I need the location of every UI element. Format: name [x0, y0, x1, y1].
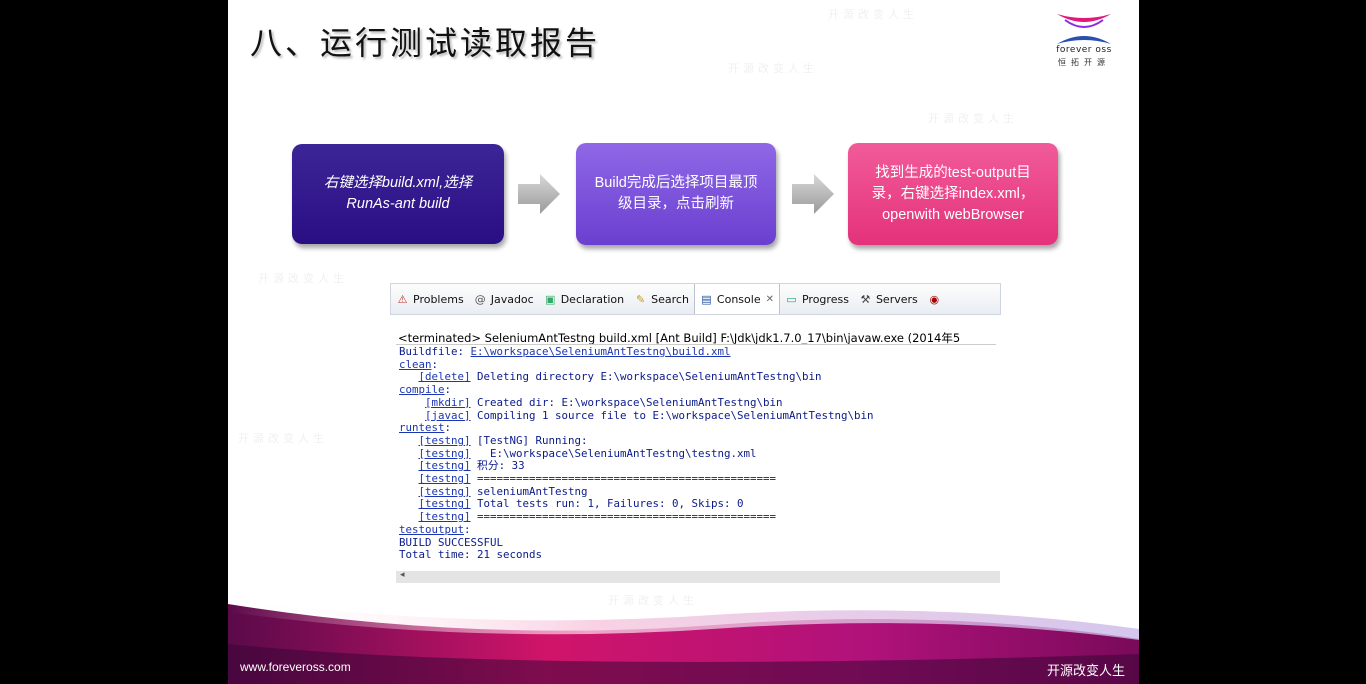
tab-progress[interactable]: ▭ Progress: [780, 284, 854, 314]
flow-step-1: 右键选择build.xml,选择RunAs-ant build: [292, 144, 504, 244]
watermark: 开源改变人生: [238, 432, 328, 445]
tab-servers[interactable]: ⚒ Servers: [854, 284, 923, 314]
console-line: testoutput:: [399, 522, 471, 536]
buildfile-label: Buildfile:: [399, 345, 471, 358]
flow-step-3-text: 找到生成的test-output目录，右键选择index.xml，openwit…: [871, 164, 1035, 223]
flow-step-2-text: Build完成后选择项目最顶级目录，点击刷新: [594, 175, 758, 212]
overflow-icon: ◉: [929, 292, 940, 306]
right-arrow-icon: [518, 174, 560, 214]
buildfile-link[interactable]: E:\workspace\SeleniumAntTestng\build.xml: [471, 345, 731, 358]
ant-task-link[interactable]: [javac]: [425, 409, 471, 422]
tab-search[interactable]: ✎ Search: [629, 284, 694, 314]
console-line: Total time: 21 seconds: [399, 548, 543, 562]
tab-console[interactable]: ▤ Console ✕: [693, 284, 780, 314]
close-icon[interactable]: ✕: [766, 294, 774, 305]
logo-cn: 恒拓开源: [1058, 58, 1110, 67]
problems-icon: ⚠: [397, 292, 408, 306]
console-line: [delete] Deleting directory E:\workspace…: [418, 370, 822, 384]
slide-title: 八、运行测试读取报告: [250, 24, 601, 62]
ant-task-link[interactable]: [testng]: [419, 459, 471, 472]
console-output: Buildfile: E:\workspace\SeleniumAntTestn…: [399, 345, 874, 562]
flow-step-1-text: 右键选择build.xml,选择RunAs-ant build: [323, 175, 473, 212]
footer-url[interactable]: www.foreveross.com: [240, 660, 351, 674]
watermark: 开源改变人生: [828, 8, 918, 21]
right-arrow-icon: [792, 174, 834, 214]
tab-more[interactable]: ◉: [923, 284, 950, 314]
ant-task-link[interactable]: testoutput: [399, 523, 464, 536]
declaration-icon: ▣: [545, 292, 556, 306]
watermark: 开源改变人生: [728, 62, 818, 75]
progress-icon: ▭: [786, 292, 797, 306]
ant-task-link[interactable]: compile: [399, 383, 445, 396]
ant-task-link[interactable]: clean: [399, 358, 432, 371]
flow-step-2: Build完成后选择项目最顶级目录，点击刷新: [576, 143, 776, 245]
search-icon: ✎: [636, 292, 646, 306]
ant-task-link[interactable]: [testng]: [419, 434, 471, 447]
ant-task-link[interactable]: [testng]: [419, 447, 471, 460]
tab-declaration[interactable]: ▣ Declaration: [539, 284, 629, 314]
servers-icon: ⚒: [860, 292, 871, 306]
ant-task-link[interactable]: [testng]: [419, 510, 471, 523]
logo: forever oss 恒拓开源: [1043, 12, 1125, 68]
watermark: 开源改变人生: [928, 112, 1018, 125]
console-icon: ▤: [701, 292, 712, 306]
console-line: [testng] ===============================…: [418, 510, 777, 524]
tab-javadoc[interactable]: @ Javadoc: [469, 284, 539, 314]
ant-task-link[interactable]: [testng]: [419, 485, 471, 498]
ant-task-link[interactable]: runtest: [399, 421, 445, 434]
scroll-left-icon[interactable]: ◂: [400, 570, 405, 580]
slide: 开源改变人生 开源改变人生 开源改变人生 开源改变人生 开源改变人生 开源改变人…: [228, 0, 1139, 684]
horizontal-scrollbar[interactable]: ◂: [396, 570, 1000, 583]
flow-step-3: 找到生成的test-output目录，右键选择index.xml，openwit…: [848, 143, 1058, 245]
view-tab-bar: ⚠ Problems @ Javadoc ▣ Declaration ✎ Sea…: [390, 283, 1001, 315]
eclipse-console-view: ⚠ Problems @ Javadoc ▣ Declaration ✎ Sea…: [390, 283, 1001, 585]
watermark: 开源改变人生: [258, 272, 348, 285]
footer-banner: [228, 599, 1139, 684]
buildfile-line: Buildfile: E:\workspace\SeleniumAntTestn…: [399, 345, 874, 359]
console-line: [javac] Compiling 1 source file to E:\wo…: [425, 408, 874, 422]
ant-task-link[interactable]: [testng]: [419, 472, 471, 485]
tab-problems[interactable]: ⚠ Problems: [391, 284, 469, 314]
ant-task-link[interactable]: [testng]: [419, 497, 471, 511]
javadoc-icon: @: [474, 292, 486, 306]
forever-oss-logo-icon: [1057, 14, 1111, 44]
ant-task-link[interactable]: [delete]: [419, 370, 471, 384]
footer-slogan: 开源改变人生: [1046, 664, 1125, 679]
ant-task-link[interactable]: [mkdir]: [425, 396, 471, 409]
logo-brand: forever oss: [1056, 45, 1112, 55]
